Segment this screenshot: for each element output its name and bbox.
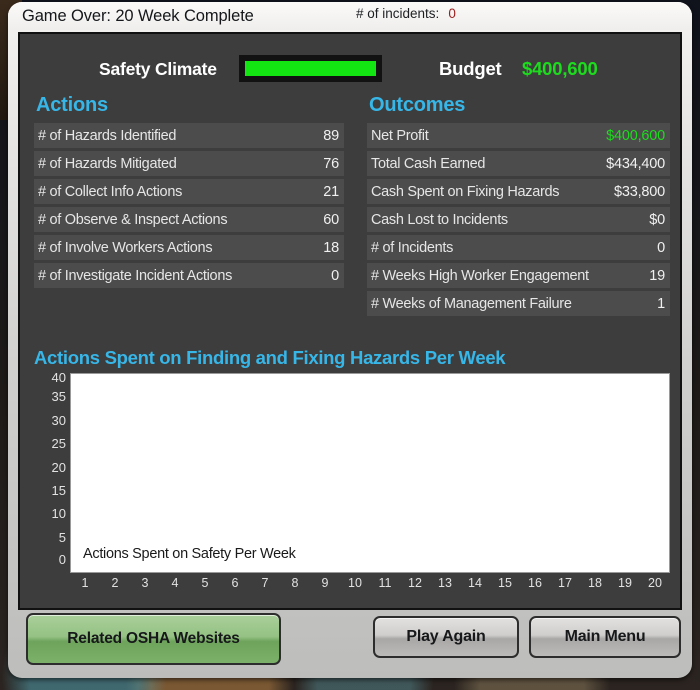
game-over-window: Game Over: 20 Week Complete # of inciden… (8, 2, 692, 678)
x-axis-tick: 9 (321, 576, 329, 590)
window-titlebar: Game Over: 20 Week Complete # of inciden… (8, 2, 692, 30)
x-axis-tick: 5 (201, 576, 209, 590)
y-axis-tick: 35 (51, 389, 66, 405)
x-axis-tick: 8 (291, 576, 299, 590)
incidents-value: 0 (448, 6, 456, 21)
stat-label: # Weeks of Management Failure (371, 295, 572, 312)
safety-climate-label: Safety Climate (99, 59, 217, 79)
chart-y-axis: 40 35 30 25 20 15 10 5 0 (34, 370, 66, 573)
stat-label: # of Hazards Mitigated (38, 155, 177, 172)
stat-row: # of Collect Info Actions 21 (34, 179, 344, 204)
incidents-label: # of incidents: (356, 6, 440, 21)
x-axis-tick: 10 (348, 576, 362, 590)
stat-row: # of Involve Workers Actions 18 (34, 235, 344, 260)
stat-row: # of Observe & Inspect Actions 60 (34, 207, 344, 232)
safety-climate-fill (245, 61, 376, 76)
stat-label: # Weeks High Worker Engagement (371, 267, 589, 284)
x-axis-tick: 13 (438, 576, 452, 590)
outcomes-list: Net Profit $400,600 Total Cash Earned $434,… (367, 123, 670, 316)
stat-value: 0 (331, 267, 339, 284)
footer-buttons: Related OSHA Websites Play Again Main Me… (8, 610, 692, 678)
stat-value: 19 (649, 267, 665, 284)
chart-title: Actions Spent on Finding and Fixing Haza… (34, 347, 506, 368)
actions-heading: Actions (36, 94, 108, 116)
outcomes-heading: Outcomes (369, 94, 466, 116)
stat-row: # of Hazards Identified 89 (34, 123, 344, 148)
x-axis-tick: 4 (171, 576, 179, 590)
stat-value: $0 (649, 211, 665, 228)
stat-label: # of Observe & Inspect Actions (38, 211, 228, 228)
incidents-summary: # of incidents: 0 (356, 6, 456, 21)
stat-value: $33,800 (613, 183, 665, 200)
y-axis-tick: 40 (51, 370, 66, 385)
y-axis-tick: 30 (51, 412, 66, 428)
x-axis-tick: 7 (261, 576, 269, 590)
x-axis-tick: 12 (408, 576, 422, 590)
x-axis-tick: 2 (111, 576, 119, 590)
chart-annotation: Actions Spent on Safety Per Week (83, 546, 296, 562)
x-axis-tick: 20 (648, 576, 662, 590)
budget-value: $400,600 (522, 58, 598, 79)
x-axis-tick: 17 (558, 576, 572, 590)
main-menu-button[interactable]: Main Menu (529, 616, 681, 658)
y-axis-tick: 20 (51, 459, 66, 475)
y-axis-tick: 10 (51, 506, 66, 522)
chart-plot-area: Actions Spent on Safety Per Week (70, 373, 670, 573)
x-axis-tick: 11 (378, 576, 392, 590)
safety-climate-meter (239, 55, 382, 82)
play-again-button[interactable]: Play Again (373, 616, 519, 658)
weekly-actions-chart: Actions Spent on Finding and Fixing Haza… (34, 347, 670, 597)
x-axis-tick: 14 (468, 576, 482, 590)
stat-label: Total Cash Earned (371, 155, 486, 172)
stat-value: 18 (323, 239, 339, 256)
stat-value: 76 (323, 155, 339, 172)
stat-row: # of Investigate Incident Actions 0 (34, 263, 344, 288)
budget-label: Budget (439, 58, 502, 79)
stat-label: # of Involve Workers Actions (38, 239, 213, 256)
y-axis-tick: 15 (51, 482, 66, 498)
summary-panel: Safety Climate Budget $400,600 Actions #… (18, 32, 682, 610)
stat-value: $434,400 (606, 155, 665, 172)
x-axis-tick: 3 (141, 576, 149, 590)
stat-label: # of Investigate Incident Actions (38, 267, 233, 284)
stat-label: Cash Lost to Incidents (371, 211, 508, 228)
stat-value: 0 (657, 239, 665, 256)
stat-label: Cash Spent on Fixing Hazards (371, 183, 560, 200)
header-row: Safety Climate Budget $400,600 (20, 50, 680, 90)
x-axis-tick: 18 (588, 576, 602, 590)
window-title: Game Over: 20 Week Complete (22, 6, 254, 25)
stat-row: Cash Spent on Fixing Hazards $33,800 (367, 179, 670, 204)
stat-value: 60 (323, 211, 339, 228)
x-axis-tick: 6 (231, 576, 239, 590)
outcomes-column: Outcomes Net Profit $400,600 Total Cash Ea… (367, 94, 670, 319)
actions-column: Actions # of Hazards Identified 89 # of Ha… (34, 94, 344, 291)
stat-row: Cash Lost to Incidents $0 (367, 207, 670, 232)
x-axis-tick: 1 (81, 576, 89, 590)
stat-label: Net Profit (371, 127, 429, 144)
stat-value: $400,600 (606, 127, 665, 144)
related-osha-websites-button[interactable]: Related OSHA Websites (26, 613, 281, 665)
stat-label: # of Incidents (371, 239, 454, 256)
stat-row: # Weeks High Worker Engagement 19 (367, 263, 670, 288)
chart-body: 40 35 30 25 20 15 10 5 0 Actions Spent on Safety… (34, 370, 670, 590)
stat-row: Total Cash Earned $434,400 (367, 151, 670, 176)
stat-row: Net Profit $400,600 (367, 123, 670, 148)
stat-value: 89 (323, 127, 339, 144)
y-axis-tick: 0 (58, 552, 66, 567)
actions-list: # of Hazards Identified 89 # of Hazards Mi… (34, 123, 344, 288)
stat-label: # of Hazards Identified (38, 127, 177, 144)
stat-row: # Weeks of Management Failure 1 (367, 291, 670, 316)
x-axis-tick: 19 (618, 576, 632, 590)
stat-row: # of Incidents 0 (367, 235, 670, 260)
stat-value: 1 (657, 295, 665, 312)
stat-row: # of Hazards Mitigated 76 (34, 151, 344, 176)
y-axis-tick: 25 (51, 436, 66, 452)
y-axis-tick: 5 (58, 529, 66, 545)
stat-value: 21 (323, 183, 339, 200)
x-axis-tick: 15 (498, 576, 512, 590)
stat-label: # of Collect Info Actions (38, 183, 183, 200)
chart-x-axis: 1 2 3 4 5 6 7 8 9 10 11 12 13 14 15 16 17 18 19 20 (70, 576, 670, 590)
x-axis-tick: 16 (528, 576, 542, 590)
